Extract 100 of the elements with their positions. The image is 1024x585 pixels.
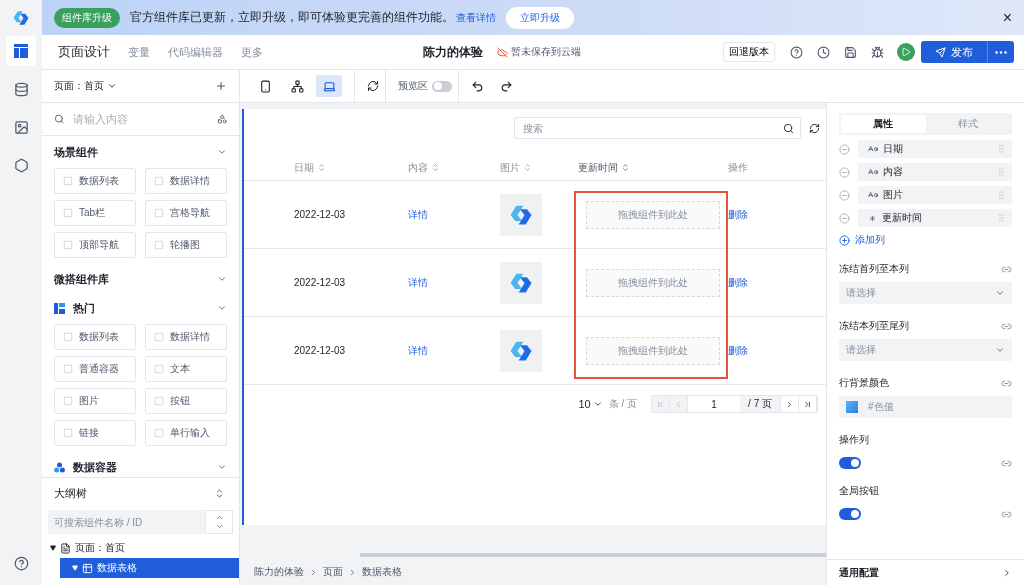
component-icon [63,176,73,186]
layout-nav-button[interactable] [6,36,36,66]
save-status: 暂未保存到云端 [511,45,581,59]
drop-zone: 拖拽组件到此处 [586,268,720,297]
chevron-icon[interactable] [217,462,227,472]
details-link[interactable]: 详情 [408,275,428,290]
remove-icon[interactable] [839,143,850,155]
undo-icon[interactable] [471,79,484,93]
next-page-icon[interactable] [785,399,794,409]
outline-search-field[interactable]: 可搜索组件名称 / ID [48,510,233,534]
redo-icon[interactable] [500,79,513,93]
table-search-field[interactable]: 搜索 [514,117,801,139]
component-card[interactable]: 轮播图 [145,232,227,258]
details-link[interactable]: 查看详情 [456,10,496,25]
layout-icon [14,44,28,58]
component-icon [154,428,164,438]
add-column-button[interactable]: 添加列 [839,233,885,247]
drag-handle-icon[interactable] [996,190,1006,200]
sort-icon[interactable] [523,163,532,172]
column-item[interactable]: 内容 [858,163,1012,181]
header-tab[interactable]: 变量 [128,44,150,60]
component-card[interactable]: 图片 [54,388,136,414]
component-card[interactable]: 宫格导航 [145,200,227,226]
remove-icon[interactable] [839,212,850,224]
field-label: 冻结本列至尾列 [839,319,909,333]
chevron-icon[interactable] [217,147,227,157]
header-tab[interactable]: 代码编辑器 [168,44,223,60]
tree-item[interactable]: 数据表格 [60,558,239,578]
page-input[interactable]: 1 [688,396,741,412]
general-config-row[interactable]: 通用配置 [827,559,1024,585]
column-item[interactable]: 图片 [858,186,1012,204]
run-button[interactable] [897,43,915,61]
project-title: 陈力的体验 [423,43,483,61]
column-item[interactable]: 更新时间 [858,209,1012,227]
header-tab[interactable]: 页面设计 [58,43,110,61]
tree-item[interactable]: 页面：首页 [48,538,239,558]
drag-handle-icon[interactable] [996,213,1006,223]
toggle-switch[interactable] [839,508,861,520]
component-card[interactable]: 数据详情 [145,324,227,350]
details-link[interactable]: 详情 [408,207,428,222]
page-selector[interactable]: 页面：首页 [54,79,117,93]
revert-button[interactable]: 回退版本 [723,42,775,62]
refresh-icon[interactable] [809,122,820,134]
caret-icon[interactable] [50,545,56,551]
send-icon [935,46,946,58]
save-icon[interactable] [844,45,857,59]
down-icon[interactable] [214,522,224,531]
drag-handle-icon[interactable] [996,167,1006,177]
chevron-icon [592,399,603,409]
breadcrumb-item[interactable]: 陈力的体验 [254,565,304,579]
add-icon[interactable] [215,80,227,92]
column-header: 更新时间 [578,160,618,175]
sort-icon[interactable] [317,163,326,172]
component-card[interactable]: 普通容器 [54,356,136,382]
close-button[interactable]: × [1002,8,1012,27]
delete-link[interactable]: 删除 [728,207,748,222]
component-card[interactable]: 链接 [54,420,136,446]
text-type-icon [868,144,878,154]
refresh-icon[interactable] [367,80,379,92]
clock-icon[interactable] [817,45,830,59]
component-card[interactable]: 数据列表 [54,168,136,194]
help-icon[interactable] [790,45,803,59]
up-icon[interactable] [214,513,224,522]
details-link[interactable]: 详情 [408,343,428,358]
preview-toggle[interactable] [432,80,452,92]
remove-icon[interactable] [839,166,850,178]
database-icon [13,81,29,97]
breadcrumb-item[interactable]: 页面 [323,565,343,579]
bug-icon[interactable] [871,45,884,59]
table-icon [82,562,93,574]
component-card[interactable]: 单行输入 [145,420,227,446]
sort-icon[interactable] [621,163,630,172]
chevron-icon[interactable] [217,274,227,284]
chevron-icon[interactable] [217,303,227,313]
last-page-icon[interactable] [803,399,812,409]
sort-icon[interactable] [431,163,440,172]
delete-link[interactable]: 删除 [728,275,748,290]
help-icon[interactable] [13,556,29,571]
component-card[interactable]: 数据列表 [54,324,136,350]
component-card[interactable]: 顶部导航 [54,232,136,258]
component-card[interactable]: Tab栏 [54,200,136,226]
component-card[interactable]: 数据详情 [145,168,227,194]
delete-link[interactable]: 删除 [728,343,748,358]
breadcrumb-item[interactable]: 数据表格 [362,565,402,579]
scrollbar[interactable] [360,553,826,557]
expand-icon[interactable] [214,487,225,499]
column-item[interactable]: 日期 [858,140,1012,158]
shapes-icon[interactable] [216,113,227,125]
page-size-select[interactable]: 10 [578,398,603,410]
search-input[interactable]: 可搜索组件名称 / ID [48,510,205,534]
remove-icon[interactable] [839,189,850,201]
component-icon [154,208,164,218]
desktop-view-button[interactable] [316,75,342,97]
component-card[interactable]: 按钮 [145,388,227,414]
upgrade-button[interactable]: 立即升级 [506,6,574,29]
drag-handle-icon[interactable] [996,144,1006,154]
component-card[interactable]: 文本 [145,356,227,382]
toggle-switch[interactable] [839,457,861,469]
cloud-icon [497,46,508,58]
panel-tab[interactable]: 属性 [841,115,926,133]
